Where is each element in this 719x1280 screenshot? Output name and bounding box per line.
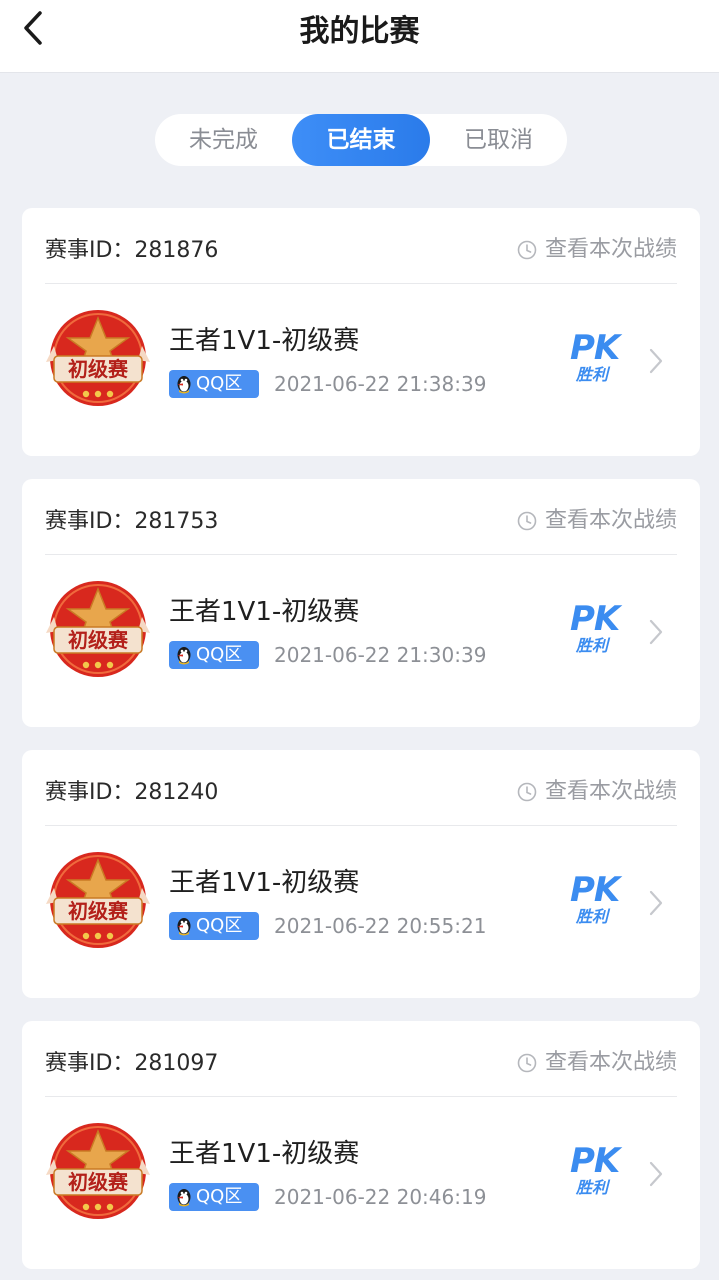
- match-name: 王者1V1-初级赛: [169, 1139, 360, 1169]
- view-record-label: 查看本次战绩: [544, 508, 677, 533]
- event-id: 赛事ID：281753: [45, 509, 219, 534]
- match-name: 王者1V1-初级赛: [169, 868, 360, 898]
- tier-badge-text: 初级赛: [68, 1170, 129, 1194]
- status-tabs: 未完成 已结束 已取消: [155, 114, 567, 166]
- match-name: 王者1V1-初级赛: [169, 597, 360, 627]
- zone-label: QQ区: [196, 373, 243, 394]
- pk-result-badge: PK 胜利: [570, 872, 634, 936]
- match-card-header: 赛事ID：281876 查看本次战绩: [45, 208, 677, 284]
- result-label: 胜利: [576, 1178, 609, 1197]
- tier-badge-icon: 初级赛: [46, 852, 150, 948]
- pk-label: PK: [570, 1141, 620, 1181]
- tier-badge-text: 初级赛: [68, 899, 129, 923]
- tier-badge-icon: 初级赛: [46, 1123, 150, 1219]
- view-record-link[interactable]: 查看本次战绩: [517, 777, 677, 807]
- event-id: 赛事ID：281097: [45, 1051, 219, 1076]
- pk-result-badge: PK 胜利: [570, 1143, 634, 1207]
- match-time: 2021-06-22 20:55:21: [274, 914, 487, 938]
- pk-label: PK: [570, 870, 620, 910]
- qq-penguin-icon: [177, 647, 191, 665]
- zone-label: QQ区: [196, 1186, 243, 1207]
- pk-result-badge: PK 胜利: [570, 601, 634, 665]
- tier-badge-icon: 初级赛: [46, 310, 150, 406]
- match-time: 2021-06-22 21:30:39: [274, 643, 487, 667]
- chevron-right-icon[interactable]: [646, 346, 666, 376]
- page-title: 我的比赛: [299, 14, 420, 49]
- match-name: 王者1V1-初级赛: [169, 326, 360, 356]
- pk-result-badge: PK 胜利: [570, 330, 634, 394]
- tier-badge-text: 初级赛: [68, 628, 129, 652]
- tier-badge-icon: 初级赛: [46, 581, 150, 677]
- match-card-2[interactable]: 赛事ID：281753 查看本次战绩 初级赛 王者1V1-初级赛 QQ区 202…: [22, 479, 700, 727]
- tab-finished[interactable]: 已结束: [292, 114, 430, 166]
- match-time: 2021-06-22 20:46:19: [274, 1185, 487, 1209]
- chevron-right-icon[interactable]: [646, 1159, 666, 1189]
- zone-badge: QQ区: [169, 1183, 259, 1211]
- pk-label: PK: [570, 328, 620, 368]
- qq-penguin-icon: [177, 918, 191, 936]
- result-label: 胜利: [576, 365, 609, 384]
- view-record-link[interactable]: 查看本次战绩: [517, 1048, 677, 1078]
- match-card-header: 赛事ID：281240 查看本次战绩: [45, 750, 677, 826]
- view-record-label: 查看本次战绩: [544, 1050, 677, 1075]
- clock-icon: [517, 240, 537, 260]
- zone-label: QQ区: [196, 915, 243, 936]
- match-card-header: 赛事ID：281097 查看本次战绩: [45, 1021, 677, 1097]
- zone-badge: QQ区: [169, 912, 259, 940]
- tab-unfinished[interactable]: 未完成: [155, 114, 292, 166]
- chevron-right-icon[interactable]: [646, 888, 666, 918]
- match-card-4[interactable]: 赛事ID：281097 查看本次战绩 初级赛 王者1V1-初级赛 QQ区 202…: [22, 1021, 700, 1269]
- event-id: 赛事ID：281876: [45, 238, 219, 263]
- clock-icon: [517, 782, 537, 802]
- view-record-link[interactable]: 查看本次战绩: [517, 506, 677, 536]
- match-card-1[interactable]: 赛事ID：281876 查看本次战绩 初级赛 王者1V1-初级赛 QQ区 202…: [22, 208, 700, 456]
- clock-icon: [517, 511, 537, 531]
- qq-penguin-icon: [177, 376, 191, 394]
- match-card-3[interactable]: 赛事ID：281240 查看本次战绩 初级赛 王者1V1-初级赛 QQ区 202…: [22, 750, 700, 998]
- clock-icon: [517, 1053, 537, 1073]
- zone-label: QQ区: [196, 644, 243, 665]
- view-record-link[interactable]: 查看本次战绩: [517, 235, 677, 265]
- zone-badge: QQ区: [169, 370, 259, 398]
- view-record-label: 查看本次战绩: [544, 237, 677, 262]
- result-label: 胜利: [576, 907, 609, 926]
- result-label: 胜利: [576, 636, 609, 655]
- event-id: 赛事ID：281240: [45, 780, 219, 805]
- zone-badge: QQ区: [169, 641, 259, 669]
- view-record-label: 查看本次战绩: [544, 779, 677, 804]
- chevron-right-icon[interactable]: [646, 617, 666, 647]
- match-time: 2021-06-22 21:38:39: [274, 372, 487, 396]
- pk-label: PK: [570, 599, 620, 639]
- tab-cancelled[interactable]: 已取消: [430, 114, 567, 166]
- top-bar: 我的比赛: [0, 0, 719, 73]
- match-card-header: 赛事ID：281753 查看本次战绩: [45, 479, 677, 555]
- tier-badge-text: 初级赛: [68, 357, 129, 381]
- qq-penguin-icon: [177, 1189, 191, 1207]
